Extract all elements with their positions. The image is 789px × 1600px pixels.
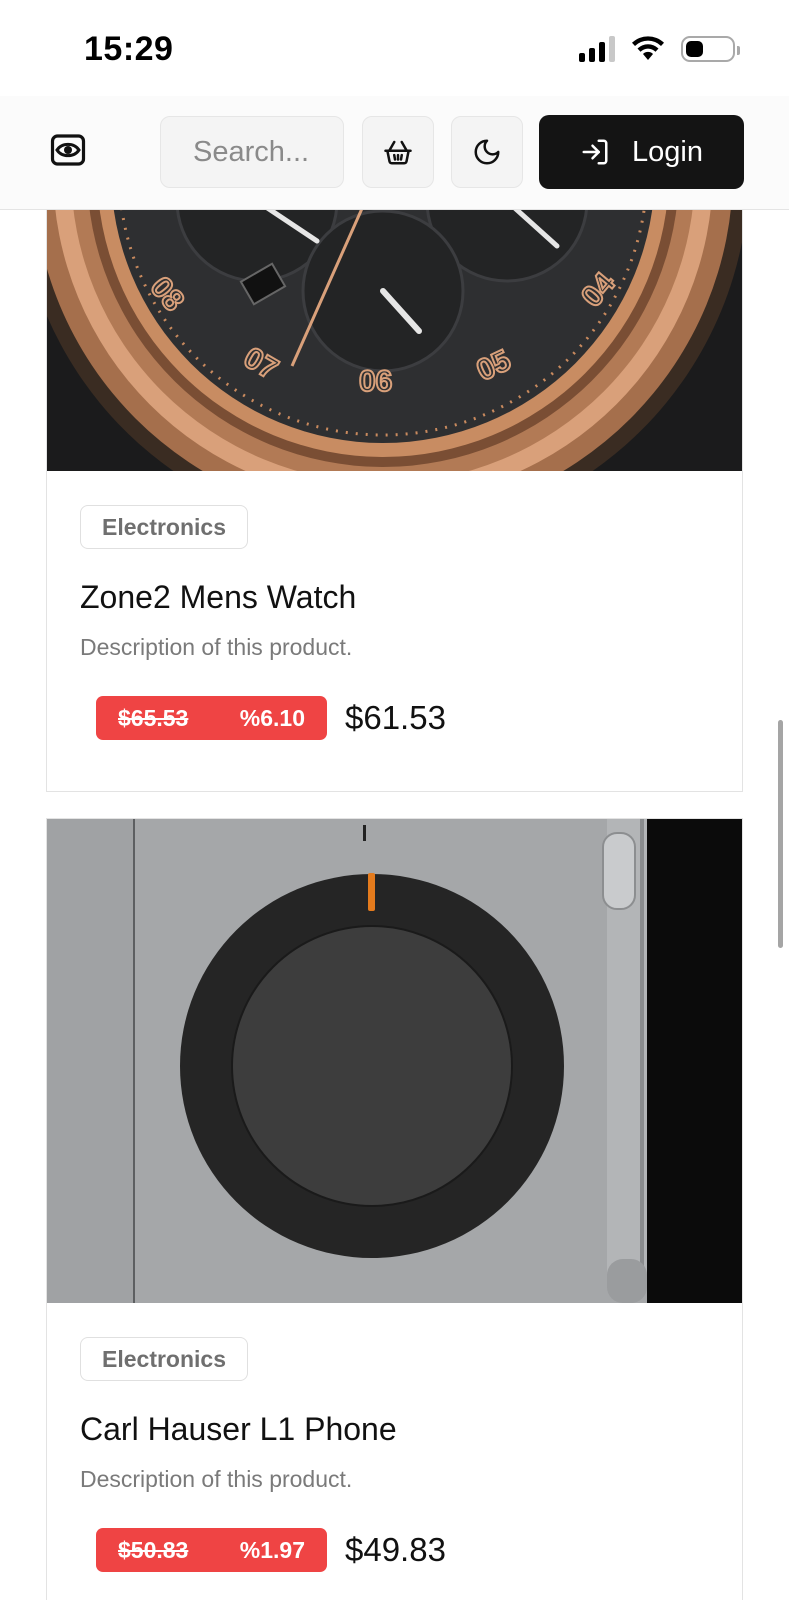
phone-image	[47, 819, 742, 1303]
category-badge: Electronics	[80, 505, 248, 549]
top-navbar: Login	[0, 96, 789, 210]
original-price: $65.53	[118, 704, 189, 731]
product-card[interactable]: Electronics Carl Hauser L1 Phone Descrip…	[46, 818, 743, 1600]
eye-in-frame-icon[interactable]	[50, 132, 86, 168]
status-icons	[579, 36, 740, 62]
discount-badge: $50.83 %1.97	[96, 1528, 327, 1572]
svg-text:06: 06	[359, 365, 392, 398]
product-description: Description of this product.	[80, 634, 353, 660]
scrollbar[interactable]	[778, 720, 783, 948]
login-button[interactable]: Login	[539, 115, 744, 189]
battery-icon	[681, 36, 740, 62]
discount-percent: %6.10	[239, 704, 305, 731]
price-row: $65.53 %6.10 $61.53	[96, 696, 446, 740]
product-description: Description of this product.	[80, 1466, 353, 1492]
login-arrow-icon	[582, 139, 608, 165]
discount-badge: $65.53 %6.10	[96, 696, 327, 740]
wifi-icon	[632, 36, 664, 60]
sale-price: $61.53	[345, 699, 446, 736]
status-bar: 15:29	[0, 0, 789, 96]
sale-price: $49.83	[345, 1531, 446, 1568]
theme-toggle-button[interactable]	[451, 116, 523, 188]
moon-icon	[474, 139, 500, 165]
product-title[interactable]: Zone2 Mens Watch	[80, 579, 356, 616]
category-badge: Electronics	[80, 1337, 248, 1381]
basket-icon	[384, 140, 412, 165]
cellular-signal-icon	[579, 36, 615, 62]
product-image[interactable]	[47, 819, 742, 1303]
search-input[interactable]	[160, 116, 344, 188]
discount-percent: %1.97	[239, 1536, 305, 1563]
product-card[interactable]: 06 07 08 05 04 Electronics Zone2 Mens Wa…	[46, 160, 743, 792]
cart-button[interactable]	[362, 116, 434, 188]
price-row: $50.83 %1.97 $49.83	[96, 1528, 446, 1572]
product-title[interactable]: Carl Hauser L1 Phone	[80, 1411, 397, 1448]
status-time: 15:29	[84, 30, 174, 68]
login-label: Login	[632, 135, 703, 168]
original-price: $50.83	[118, 1536, 189, 1563]
